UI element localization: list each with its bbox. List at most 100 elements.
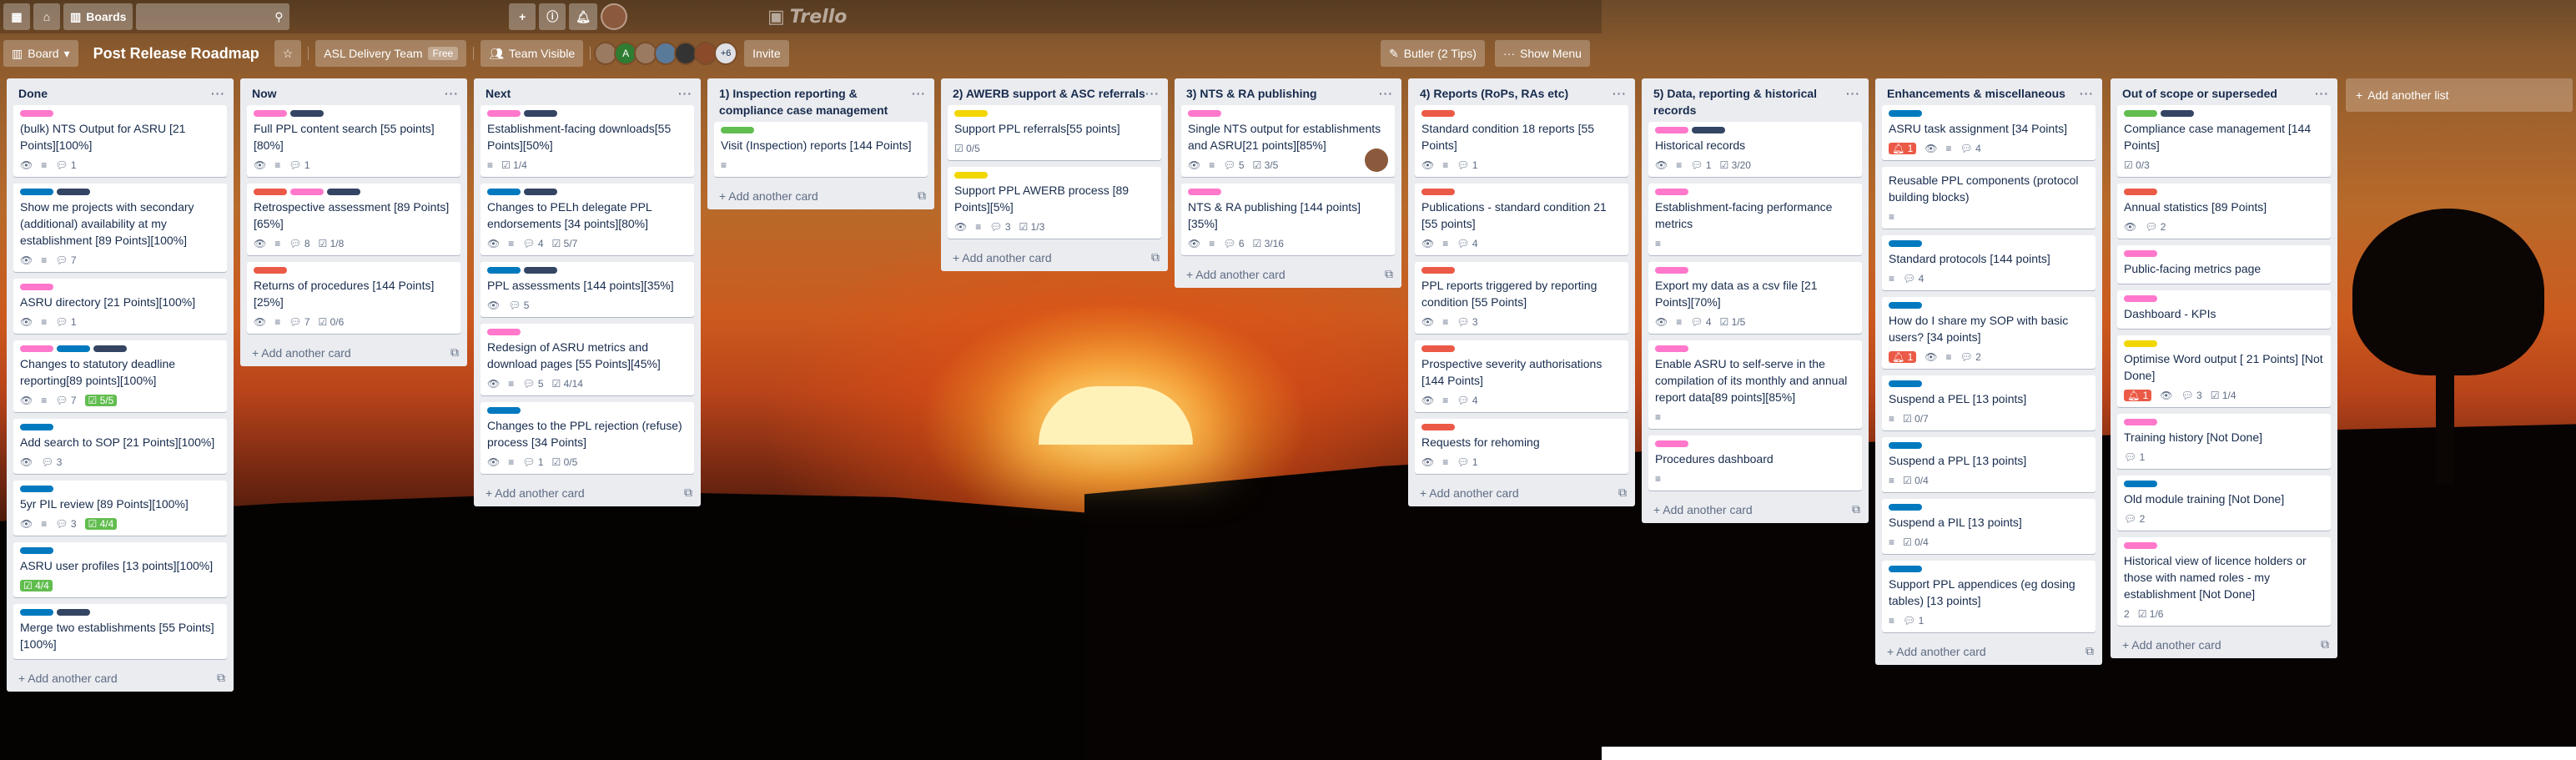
list-header[interactable]: Now ···	[240, 78, 467, 105]
list-title[interactable]: Out of scope or superseded	[2122, 85, 2277, 102]
card[interactable]: Visit (Inspection) reports [144 Points] ≡	[714, 122, 928, 177]
list-header[interactable]: 2) AWERB support & ASC referrals ···	[941, 78, 1168, 105]
trello-logo[interactable]: ▣ Trello	[767, 7, 847, 28]
card[interactable]: Enable ASRU to self-serve in the compila…	[1648, 340, 1862, 429]
card-label[interactable]	[1889, 442, 1922, 449]
card[interactable]: Compliance case management [144 Points] ☑…	[2117, 105, 2331, 177]
list-header[interactable]: 5) Data, reporting & historical records ·…	[1642, 78, 1869, 122]
add-card-button[interactable]: + Add another card ⧉	[7, 666, 234, 692]
card[interactable]: Support PPL AWERB process [89 Points][5%…	[948, 167, 1161, 239]
card-label[interactable]	[954, 172, 988, 179]
list-menu-icon[interactable]: ···	[1145, 85, 1160, 102]
card-label[interactable]	[721, 127, 754, 133]
card-label[interactable]	[1655, 267, 1688, 274]
list-header[interactable]: Next ···	[474, 78, 701, 105]
list-title[interactable]: Done	[18, 85, 48, 102]
card-label[interactable]	[290, 110, 324, 117]
card-template-icon[interactable]: ⧉	[1852, 502, 1860, 516]
card-label[interactable]	[20, 424, 53, 430]
card-template-icon[interactable]: ⧉	[1151, 250, 1160, 264]
add-card-button[interactable]: + Add another card ⧉	[240, 340, 467, 366]
card[interactable]: Retrospective assessment [89 Points][65%…	[247, 184, 460, 255]
card-label[interactable]	[487, 329, 521, 335]
card-label[interactable]	[1188, 189, 1221, 195]
card[interactable]: Single NTS output for establishments and…	[1181, 105, 1395, 177]
card[interactable]: Support PPL referrals[55 points] ☑ 0/5	[948, 105, 1161, 160]
card-label[interactable]	[1889, 566, 1922, 572]
card-label[interactable]	[2124, 542, 2157, 549]
card-template-icon[interactable]: ⧉	[1385, 267, 1393, 281]
list-menu-icon[interactable]: ···	[912, 85, 926, 118]
list-header[interactable]: 1) Inspection reporting & compliance cas…	[707, 78, 934, 122]
card-label[interactable]	[290, 189, 324, 195]
card[interactable]: 5yr PIL review [89 Points][100%] 👁︎ ≡ 💬︎ 3 ☑…	[13, 481, 227, 536]
card[interactable]: Redesign of ASRU metrics and download pa…	[480, 324, 694, 395]
card[interactable]: Support PPL appendices (eg dosing tables…	[1882, 561, 2096, 632]
list-title[interactable]: 4) Reports (RoPs, RAs etc)	[1420, 85, 1568, 102]
card-label[interactable]	[1655, 345, 1688, 352]
more-members-badge[interactable]: +6	[714, 42, 738, 65]
card-label[interactable]	[254, 267, 287, 274]
card-label[interactable]	[2124, 419, 2157, 425]
star-button[interactable]: ☆	[274, 40, 302, 67]
home-button[interactable]: ⌂	[33, 3, 60, 30]
list-menu-icon[interactable]: ···	[2315, 85, 2329, 102]
card[interactable]: Changes to PELh delegate PPL endorsement…	[480, 184, 694, 255]
board-view-switcher[interactable]: ▥ Board ▾	[3, 40, 78, 67]
card-template-icon[interactable]: ⧉	[1618, 486, 1627, 500]
apps-button[interactable]: ▦	[3, 3, 30, 30]
list-menu-icon[interactable]: ···	[1379, 85, 1393, 102]
card-label[interactable]	[93, 345, 127, 352]
card[interactable]: Standard protocols [144 points] ≡ 💬︎ 4	[1882, 235, 2096, 290]
card[interactable]: Establishment-facing downloads[55 Points…	[480, 105, 694, 177]
card-label[interactable]	[1188, 110, 1221, 117]
list-header[interactable]: Done ···	[7, 78, 234, 105]
card-label[interactable]	[1655, 127, 1688, 133]
card-label[interactable]	[1889, 302, 1922, 309]
card-label[interactable]	[20, 189, 53, 195]
list-title[interactable]: Next	[486, 85, 511, 102]
card[interactable]: Establishment-facing performance metrics…	[1648, 184, 1862, 255]
list-title[interactable]: 1) Inspection reporting & compliance cas…	[719, 85, 912, 118]
list-header[interactable]: Out of scope or superseded ···	[2111, 78, 2337, 105]
card-label[interactable]	[1889, 380, 1922, 387]
card-label[interactable]	[20, 284, 53, 290]
card-label[interactable]	[524, 110, 557, 117]
card-label[interactable]	[20, 486, 53, 492]
card-label[interactable]	[1889, 504, 1922, 511]
card[interactable]: Procedures dashboard ≡	[1648, 435, 1862, 491]
card-label[interactable]	[1421, 345, 1455, 352]
card[interactable]: Historical view of licence holders or th…	[2117, 537, 2331, 626]
card[interactable]: Dashboard - KPIs	[2117, 290, 2331, 329]
list-menu-icon[interactable]: ···	[211, 85, 225, 102]
visibility-button[interactable]: 👥︎ Team Visible	[480, 40, 584, 67]
list-menu-icon[interactable]: ···	[445, 85, 459, 102]
notifications-button[interactable]: 🔔︎	[569, 3, 597, 30]
list-title[interactable]: 3) NTS & RA publishing	[1186, 85, 1317, 102]
card[interactable]: ASRU directory [21 Points][100%] 👁︎ ≡ 💬︎ 1	[13, 279, 227, 334]
card-label[interactable]	[2124, 110, 2157, 117]
card[interactable]: Training history [Not Done] 💬︎ 1	[2117, 414, 2331, 469]
card-label[interactable]	[20, 609, 53, 616]
search-input[interactable]: ⚲	[136, 3, 290, 30]
card-label[interactable]	[1655, 440, 1688, 447]
add-card-button[interactable]: + Add another card ⧉	[707, 184, 934, 209]
card-label[interactable]	[57, 189, 90, 195]
list-menu-icon[interactable]: ···	[1613, 85, 1627, 102]
card[interactable]: Optimise Word output [ 21 Points] [Not D…	[2117, 335, 2331, 407]
card-label[interactable]	[2124, 250, 2157, 257]
card[interactable]: ASRU user profiles [13 points][100%] ☑ 4/…	[13, 542, 227, 597]
card[interactable]: Publications - standard condition 21 [55…	[1415, 184, 1628, 255]
card[interactable]: Show me projects with secondary (additio…	[13, 184, 227, 272]
card-label[interactable]	[1421, 424, 1455, 430]
list-header[interactable]: 3) NTS & RA publishing ···	[1175, 78, 1401, 105]
card[interactable]: Full PPL content search [55 points][80%]…	[247, 105, 460, 177]
butler-button[interactable]: ✎ Butler (2 Tips)	[1381, 40, 1485, 67]
boards-button[interactable]: ▥ Boards	[63, 3, 133, 30]
card-label[interactable]	[487, 267, 521, 274]
card-label[interactable]	[2161, 110, 2194, 117]
invite-button[interactable]: Invite	[744, 40, 789, 67]
card[interactable]: Public-facing metrics page	[2117, 245, 2331, 284]
card-label[interactable]	[57, 345, 90, 352]
card[interactable]: Prospective severity authorisations [144…	[1415, 340, 1628, 412]
